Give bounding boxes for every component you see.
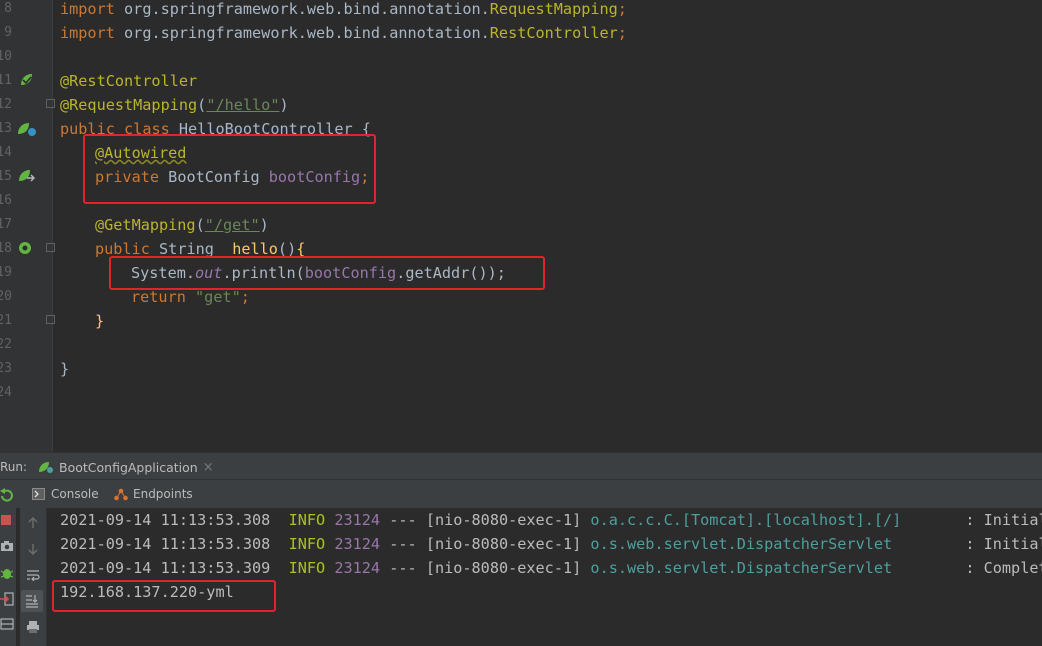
log-line: 2021-09-14 11:13:53.308 INFO 23124 --- […	[60, 535, 1042, 553]
code-line-method-declaration: public String hello(){	[95, 240, 306, 258]
console-output[interactable]: 2021-09-14 11:13:53.308 INFO 23124 --- […	[52, 508, 1042, 646]
line-number: 12	[0, 97, 12, 112]
line-number: 20	[0, 289, 12, 304]
line-number-gutter: 8 9 10 11 12 13 14 15 16 17 18 19 20 21 …	[0, 0, 14, 452]
code-line-import: import org.springframework.web.bind.anno…	[60, 24, 627, 42]
line-number: 16	[0, 193, 12, 208]
run-actions-bar	[0, 480, 16, 646]
request-mapping-icon[interactable]	[17, 240, 37, 256]
debug-bug-icon[interactable]	[0, 566, 14, 580]
code-line-println: System.out.println(bootConfig.getAddr())…	[131, 264, 506, 282]
run-panel-header: Run: BootConfigApplication ×	[0, 452, 1042, 480]
line-number: 22	[0, 337, 12, 352]
arrow-down-icon[interactable]	[27, 543, 39, 555]
exit-icon[interactable]	[0, 592, 14, 606]
tab-endpoints[interactable]: Endpoints	[114, 485, 193, 503]
code-line-field: private BootConfig bootConfig;	[95, 168, 370, 186]
autowire-navigate-icon[interactable]	[17, 168, 37, 184]
code-line-class-declaration: public class HelloBootController {	[60, 120, 371, 138]
code-line-import: import org.springframework.web.bind.anno…	[60, 0, 627, 18]
line-number: 24	[0, 385, 12, 400]
stop-icon[interactable]	[0, 514, 12, 526]
code-line-request-mapping: @RequestMapping("/hello")	[60, 96, 289, 114]
line-number: 18	[0, 241, 12, 256]
line-number: 14	[0, 145, 12, 160]
spring-boot-icon	[39, 462, 53, 473]
program-output-line: 192.168.137.220-yml	[60, 583, 234, 601]
run-config-tab[interactable]: BootConfigApplication ×	[38, 456, 214, 478]
tab-console[interactable]: Console	[32, 485, 99, 503]
line-number: 21	[0, 313, 12, 328]
log-line: 2021-09-14 11:13:53.308 INFO 23124 --- […	[60, 511, 1042, 529]
code-line-method-close: }	[95, 312, 105, 330]
code-line-get-mapping: @GetMapping("/get")	[95, 216, 269, 234]
run-toolbar: Console Endpoints	[0, 480, 1042, 508]
line-number: 19	[0, 265, 12, 280]
code-line-rest-controller: @RestController	[60, 72, 198, 90]
close-tab-icon[interactable]: ×	[203, 460, 214, 475]
line-number: 23	[0, 361, 12, 376]
line-number: 10	[0, 49, 12, 64]
fold-marker[interactable]	[46, 315, 55, 324]
rerun-icon[interactable]	[0, 488, 14, 502]
line-number: 9	[4, 25, 12, 40]
console-side-toolbar	[20, 508, 47, 646]
spring-bean-icon[interactable]	[18, 72, 34, 88]
run-label: Run:	[0, 460, 28, 474]
line-number: 15	[0, 169, 12, 184]
fold-marker[interactable]	[46, 99, 55, 108]
line-number: 13	[0, 121, 12, 136]
soft-wrap-icon[interactable]	[26, 569, 40, 581]
code-editor[interactable]: 8 9 10 11 12 13 14 15 16 17 18 19 20 21 …	[0, 0, 1042, 452]
camera-icon[interactable]	[0, 540, 14, 552]
scroll-to-end-toggle[interactable]	[21, 590, 43, 612]
scroll-to-end-icon	[26, 595, 38, 608]
icon-gutter	[14, 0, 53, 452]
code-line-return: return "get";	[131, 288, 250, 306]
fold-marker[interactable]	[46, 243, 55, 252]
log-line: 2021-09-14 11:13:53.309 INFO 23124 --- […	[60, 559, 1042, 577]
line-number: 8	[4, 1, 12, 16]
layout-icon[interactable]	[0, 618, 14, 630]
spring-bean-icon[interactable]	[16, 120, 38, 138]
code-line-autowired: @Autowired	[95, 144, 187, 162]
console-icon	[32, 488, 45, 500]
line-number: 11	[0, 73, 12, 88]
run-config-name: BootConfigApplication	[59, 459, 198, 475]
code-line-class-close: }	[60, 360, 70, 378]
arrow-up-icon[interactable]	[27, 517, 39, 529]
print-icon[interactable]	[26, 620, 40, 634]
endpoints-icon	[114, 488, 128, 500]
line-number: 17	[0, 217, 12, 232]
